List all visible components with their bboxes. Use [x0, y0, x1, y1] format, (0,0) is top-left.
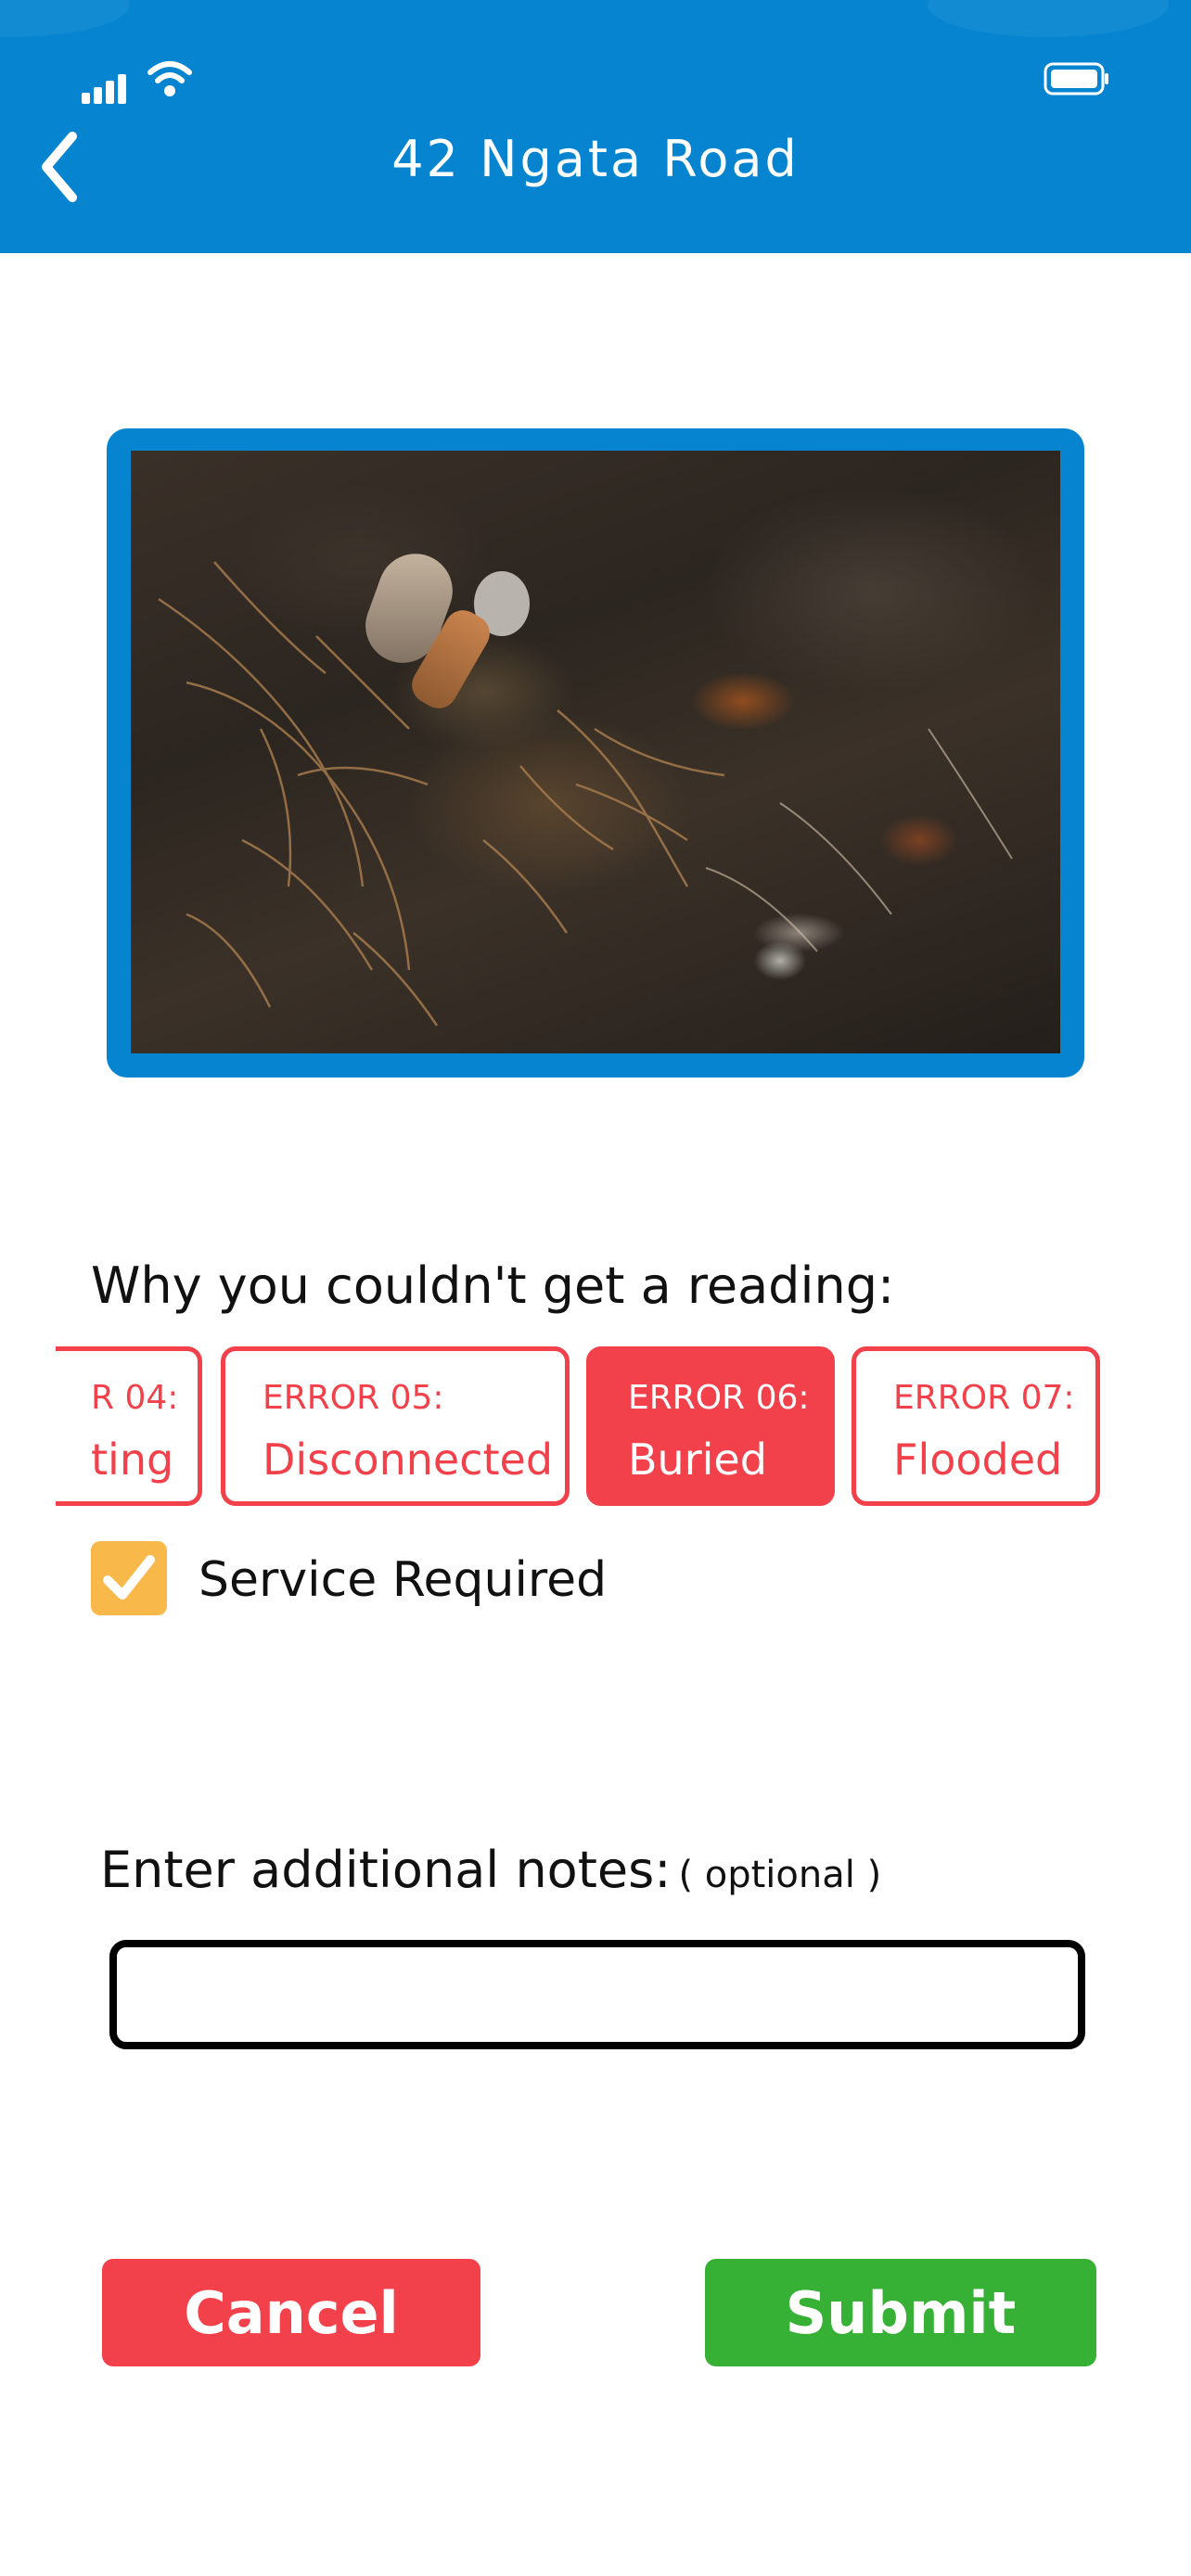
submit-button[interactable]: Submit [705, 2259, 1096, 2366]
header-decoration [0, 0, 130, 37]
error-label: Buried [628, 1435, 767, 1485]
error-code: ERROR 05: [263, 1379, 444, 1417]
error-04-chip[interactable]: R 04: ting [56, 1346, 202, 1506]
error-07-chip[interactable]: ERROR 07: Flooded [852, 1346, 1100, 1506]
photo-root-texture [158, 561, 1013, 1027]
error-06-chip[interactable]: ERROR 06: Buried [586, 1346, 835, 1506]
checkmark-icon [103, 1555, 155, 1600]
error-code: ERROR 07: [893, 1379, 1075, 1417]
error-label: Flooded [893, 1435, 1063, 1485]
error-code: R 04: [91, 1379, 179, 1417]
error-05-chip[interactable]: ERROR 05: Disconnected [221, 1346, 570, 1506]
page-title: 42 Ngata Road [391, 130, 800, 188]
notes-heading: Enter additional notes:( optional ) [100, 1841, 881, 1899]
notes-label: Enter additional notes: [100, 1841, 672, 1899]
header-decoration [928, 0, 1169, 37]
notes-input[interactable] [109, 1940, 1085, 2049]
meter-photo-frame[interactable] [107, 428, 1084, 1078]
wifi-icon [147, 61, 192, 96]
meter-photo [131, 451, 1060, 1053]
error-label: Disconnected [263, 1435, 554, 1485]
notes-optional-hint: ( optional ) [678, 1854, 882, 1896]
reason-heading: Why you couldn't get a reading: [91, 1256, 895, 1315]
cancel-button[interactable]: Cancel [102, 2259, 480, 2366]
cellular-signal-icon [82, 67, 137, 104]
battery-icon [1044, 62, 1108, 96]
app-header: 42 Ngata Road [0, 0, 1191, 253]
service-required-checkbox[interactable] [91, 1541, 167, 1615]
service-required-label: Service Required [198, 1552, 608, 1608]
error-label: ting [91, 1435, 174, 1485]
error-code: ERROR 06: [628, 1379, 810, 1417]
